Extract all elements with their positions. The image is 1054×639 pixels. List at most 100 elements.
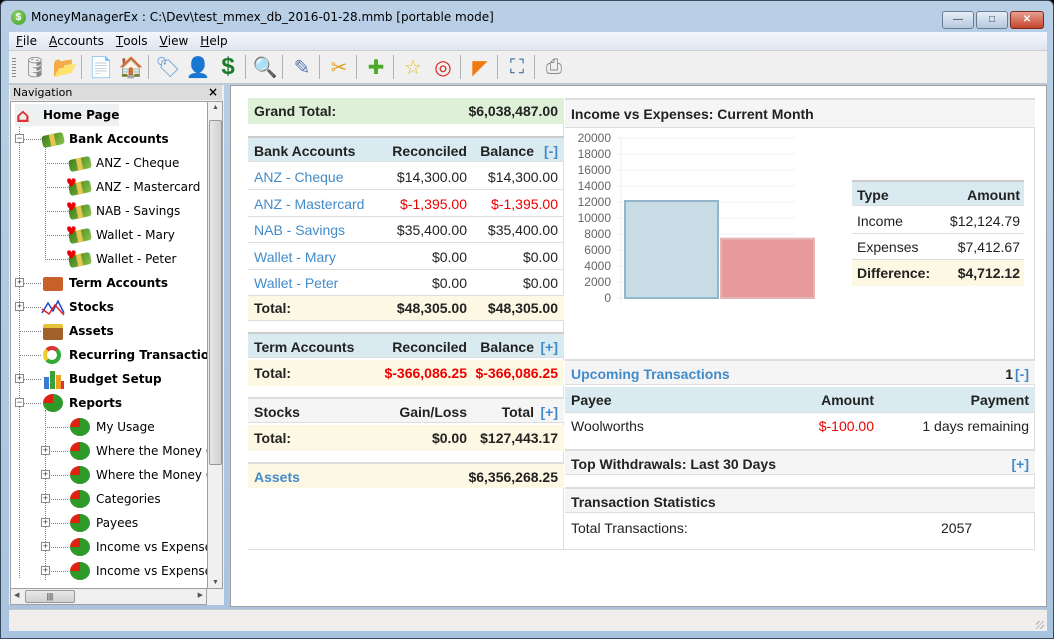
account-balance: $-1,395.00 xyxy=(491,195,558,212)
scroll-right-icon[interactable]: ▶ xyxy=(198,591,203,599)
expand-icon[interactable]: + xyxy=(15,302,24,311)
navigation-close-icon[interactable]: × xyxy=(208,85,218,100)
menu-item-help[interactable]: Help xyxy=(193,33,232,48)
account-link[interactable]: NAB - Savings xyxy=(254,217,345,243)
expand-icon[interactable]: + xyxy=(41,446,50,455)
expand-icon[interactable]: + xyxy=(41,566,50,575)
scroll-down-icon[interactable]: ▼ xyxy=(212,579,219,586)
nav-item-where-the-money-c[interactable]: Where the Money C xyxy=(68,464,207,486)
horizontal-scroll-thumb[interactable]: ||| xyxy=(25,590,75,603)
bar-expenses[interactable] xyxy=(720,237,815,299)
menu-item-accounts[interactable]: Accounts xyxy=(42,33,109,48)
y-tick-label: 4000 xyxy=(584,259,611,273)
stocks-expand-toggle[interactable]: [+] xyxy=(541,399,559,425)
briefcase-icon xyxy=(41,273,65,293)
expand-icon[interactable]: + xyxy=(41,518,50,527)
expand-icon[interactable]: + xyxy=(41,494,50,503)
nav-item-budget-setup[interactable]: Budget Setup xyxy=(41,368,162,390)
menu-bar: File Accounts Tools View Help xyxy=(9,32,1047,50)
stocks-total-gain-loss: $0.00 xyxy=(431,430,467,446)
collapse-icon[interactable]: − xyxy=(15,134,24,143)
account-balance: $0.00 xyxy=(522,248,558,265)
assets-link[interactable]: Assets xyxy=(254,464,300,490)
maximize-button[interactable]: □ xyxy=(976,11,1008,29)
scroll-up-icon[interactable]: ▲ xyxy=(212,104,219,111)
nav-item-term-accounts[interactable]: Term Accounts xyxy=(41,272,168,294)
nav-item-wallet-peter[interactable]: ♥ Wallet - Peter xyxy=(66,248,176,270)
account-link[interactable]: ANZ - Mastercard xyxy=(254,191,364,217)
menu-item-tools[interactable]: Tools xyxy=(109,33,153,48)
vertical-scroll-thumb[interactable] xyxy=(209,120,222,465)
nav-item-home-page[interactable]: ⌂ Home Page xyxy=(15,104,120,127)
navigation-horizontal-scrollbar[interactable]: ◀ ||| ▶ xyxy=(10,588,207,605)
minimize-button[interactable]: — xyxy=(942,11,974,29)
dollar-icon[interactable]: $ xyxy=(215,53,241,80)
rss-icon[interactable]: ◤ xyxy=(467,54,493,80)
navigation-vertical-scrollbar[interactable]: ▲ ▼ xyxy=(207,101,223,589)
nav-item-payees[interactable]: Payees xyxy=(68,512,138,534)
database-icon[interactable]: 🛢 xyxy=(22,54,48,80)
toolbar-grip[interactable] xyxy=(12,58,16,78)
nav-item-anz-mastercard[interactable]: ♥ ANZ - Mastercard xyxy=(66,176,200,198)
resize-grip[interactable] xyxy=(1036,621,1044,629)
transaction-search-icon[interactable]: 🔍 xyxy=(252,54,278,80)
open-folder-icon[interactable]: 📂 xyxy=(52,54,78,80)
nav-item-categories[interactable]: Categories xyxy=(68,488,161,510)
account-link[interactable]: ANZ - Cheque xyxy=(254,164,343,190)
nav-item-income-vs-expenses[interactable]: Income vs Expenses xyxy=(68,560,207,582)
expand-icon[interactable]: + xyxy=(41,542,50,551)
nav-item-nab-savings[interactable]: ♥ NAB - Savings xyxy=(66,200,180,222)
menu-item-view[interactable]: View xyxy=(153,33,194,48)
home-icon[interactable]: 🏠 xyxy=(118,54,144,80)
term-total-label: Total: xyxy=(254,365,292,381)
grand-total-label: Grand Total: xyxy=(254,103,337,119)
new-document-icon[interactable]: 📄 xyxy=(88,54,114,80)
menu-item-file[interactable]: File xyxy=(9,33,42,48)
term-accounts-expand-toggle[interactable]: [+] xyxy=(541,334,559,360)
expand-icon[interactable]: + xyxy=(41,470,50,479)
tag-icon[interactable]: 🏷 xyxy=(155,54,181,80)
tools-icon[interactable]: ✂ xyxy=(326,54,352,80)
collapse-icon[interactable]: − xyxy=(15,398,24,407)
bank-accounts-collapse-toggle[interactable]: [-] xyxy=(544,138,558,164)
bank-account-row: NAB - Savings $35,400.00 $35,400.00 xyxy=(248,217,564,243)
account-reconciled: $14,300.00 xyxy=(396,169,467,185)
help-lifebuoy-icon[interactable]: ◎ xyxy=(430,54,456,80)
bar-income[interactable] xyxy=(624,200,719,299)
print-icon[interactable]: ⎙ xyxy=(541,54,567,80)
upcoming-transactions-link[interactable]: Upcoming Transactions xyxy=(571,361,730,387)
expand-icon[interactable]: + xyxy=(15,374,24,383)
toolbar-separator xyxy=(356,55,357,79)
account-link[interactable]: Wallet - Peter xyxy=(254,270,338,296)
nav-item-assets[interactable]: Assets xyxy=(41,320,114,342)
nav-item-income-vs-expenses[interactable]: Income vs Expenses xyxy=(68,536,207,558)
term-total-balance: $-366,086.25 xyxy=(475,365,558,381)
accounts-summary-column: Grand Total: $6,038,487.00 Bank Accounts… xyxy=(248,98,564,550)
close-button[interactable]: ✕ xyxy=(1010,11,1044,29)
edit-icon[interactable]: ✎ xyxy=(289,54,315,80)
nav-item-label: Stocks xyxy=(69,300,114,314)
stocks-header: Stocks Gain/Loss Total [+] xyxy=(248,397,564,423)
nav-item-my-usage[interactable]: My Usage xyxy=(68,416,155,438)
upcoming-collapse-toggle[interactable]: [-] xyxy=(1015,361,1029,387)
star-icon[interactable]: ☆ xyxy=(400,54,426,80)
navigation-title: Navigation xyxy=(13,86,73,99)
nav-item-recurring-transactions[interactable]: Recurring Transactions xyxy=(41,344,207,366)
nav-item-anz-cheque[interactable]: ANZ - Cheque xyxy=(67,152,180,174)
nav-item-bank-accounts[interactable]: Bank Accounts xyxy=(40,128,169,150)
nav-item-where-the-money-g[interactable]: Where the Money G xyxy=(68,440,207,462)
report-pie-icon xyxy=(68,417,92,437)
nav-item-label: ANZ - Cheque xyxy=(96,156,180,170)
nav-item-stocks[interactable]: Stocks xyxy=(41,296,114,318)
account-link[interactable]: Wallet - Mary xyxy=(254,244,336,270)
fullscreen-icon[interactable]: ⛶ xyxy=(504,54,530,80)
nav-item-reports[interactable]: Reports xyxy=(41,392,122,414)
scroll-left-icon[interactable]: ◀ xyxy=(14,591,19,599)
nav-item-wallet-mary[interactable]: ♥ Wallet - Mary xyxy=(66,224,175,246)
navigation-tree: ⌂ Home Page Bank Accounts − ANZ - Cheque ♥ ANZ… xyxy=(10,101,207,589)
expand-icon[interactable]: + xyxy=(15,278,24,287)
report-pie-icon xyxy=(68,561,92,581)
user-icon[interactable]: 👤 xyxy=(185,54,211,80)
add-icon[interactable]: ✚ xyxy=(363,54,389,80)
top-withdrawals-expand-toggle[interactable]: [+] xyxy=(1012,451,1030,477)
